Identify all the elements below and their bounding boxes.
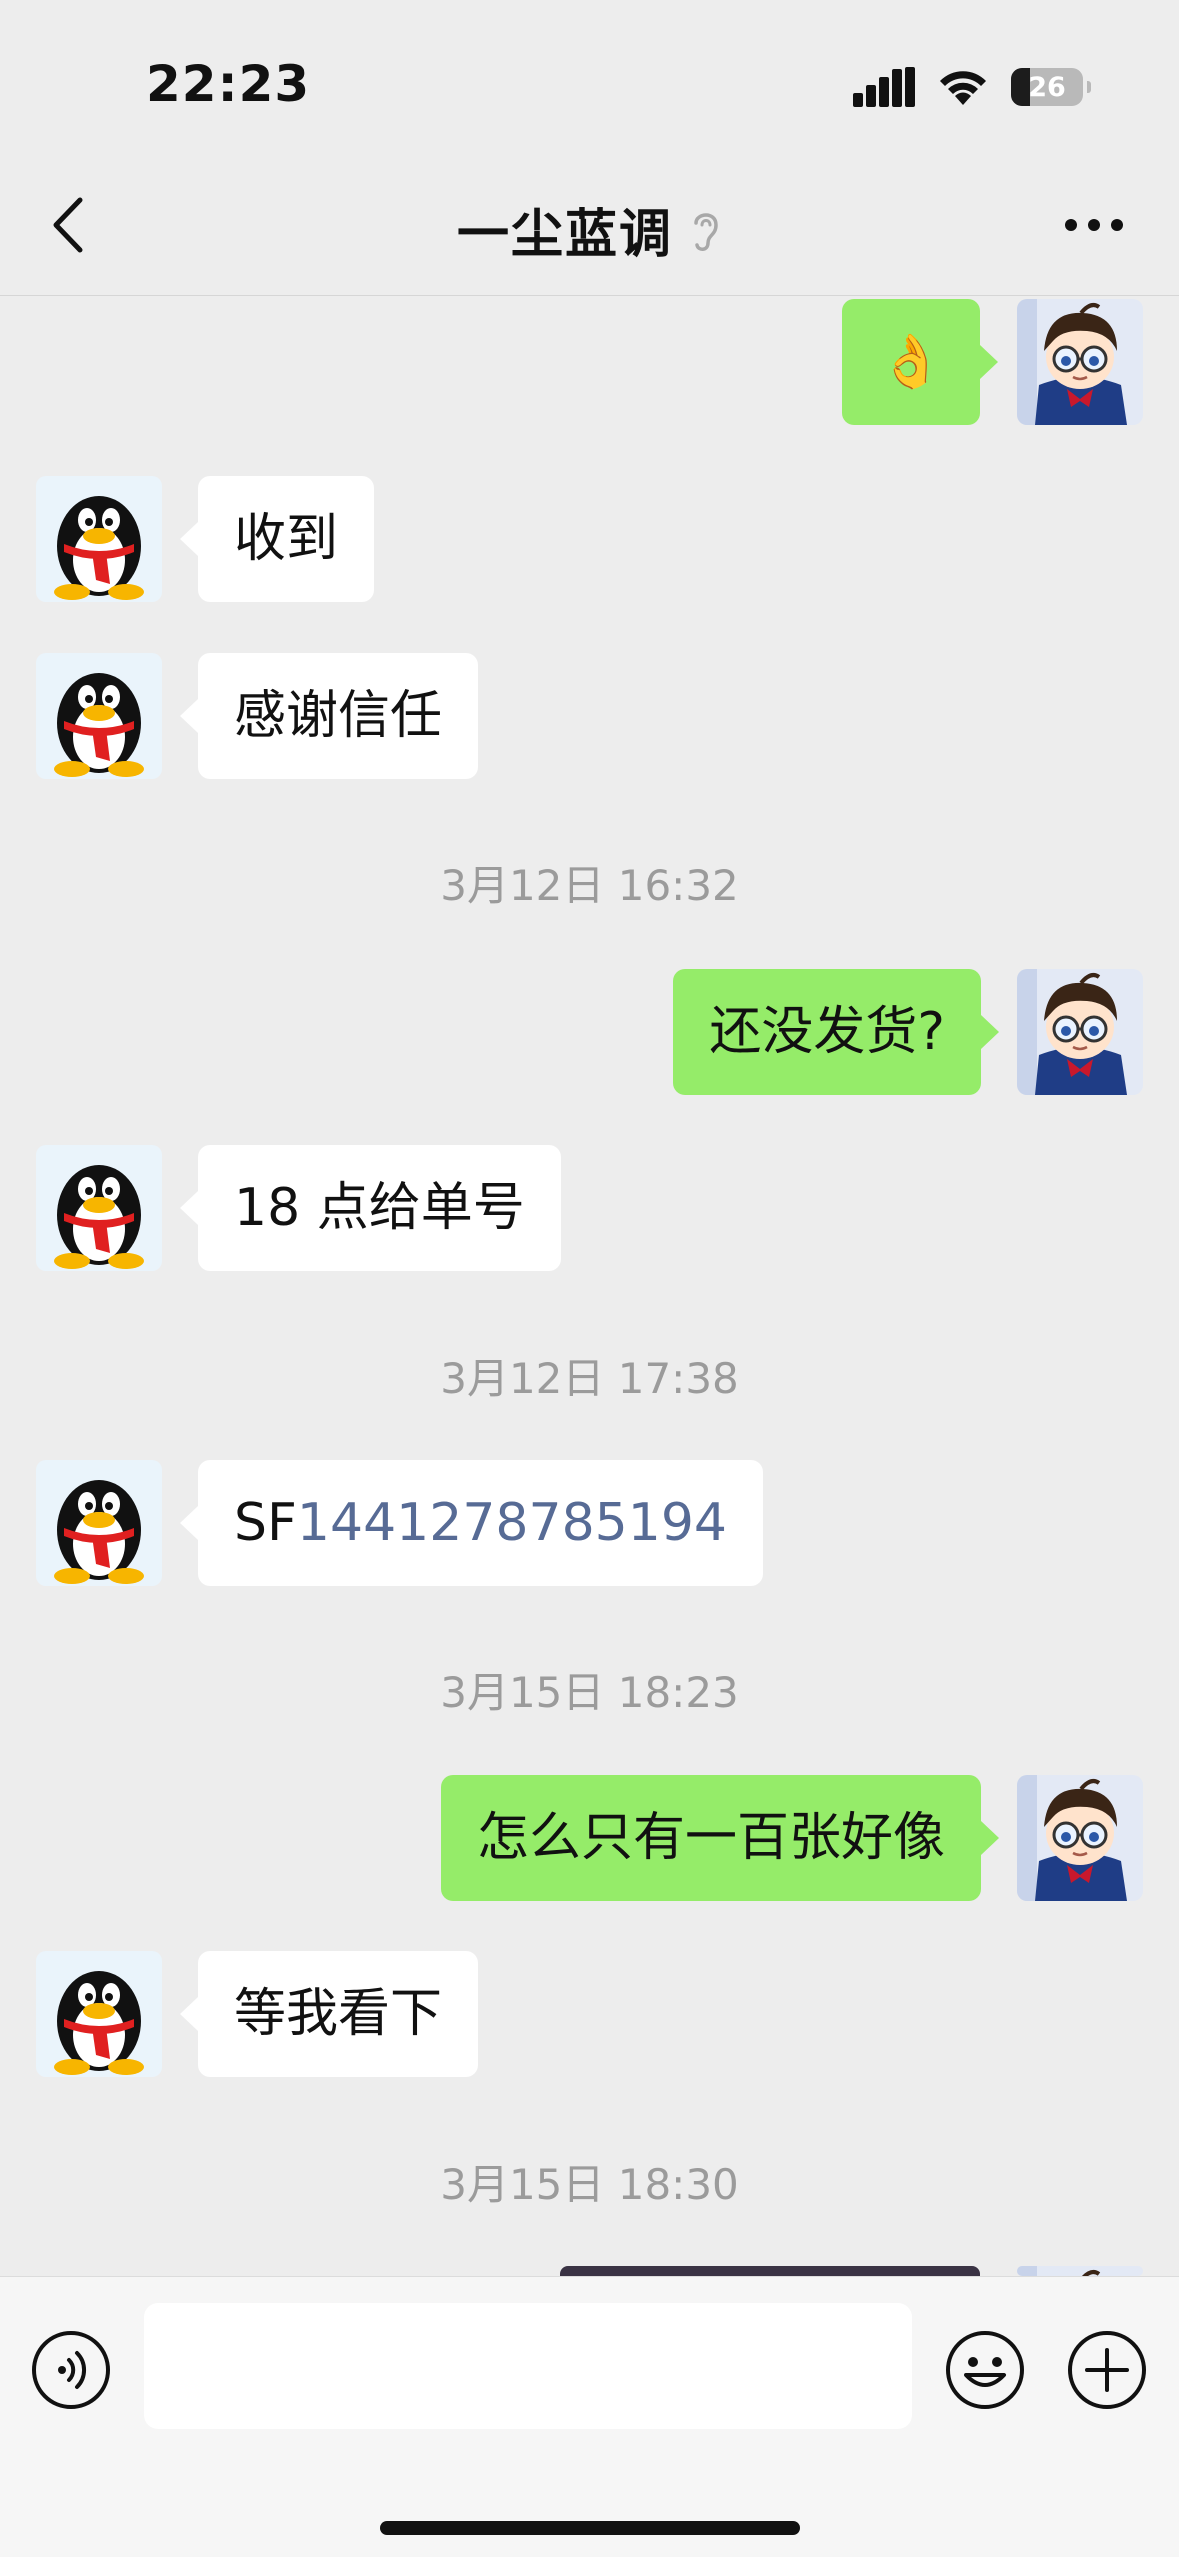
contact-avatar[interactable]: [36, 1951, 162, 2077]
message-input[interactable]: [144, 2303, 912, 2429]
message-sent: 怎么只有一百张好像: [0, 1775, 1179, 1905]
plus-icon: [1068, 2331, 1146, 2409]
tracking-prefix: SF: [234, 1493, 297, 1553]
contact-avatar[interactable]: [36, 653, 162, 779]
message-bubble[interactable]: 👌: [842, 299, 998, 425]
title-wrap: 一尘蓝调: [0, 192, 1179, 267]
message-bubble[interactable]: 等我看下: [179, 1951, 479, 2077]
timestamp: 3月12日 17:38: [440, 1354, 739, 1403]
emoji-button[interactable]: [944, 2329, 1026, 2415]
status-time: 22:23: [146, 55, 311, 113]
my-avatar[interactable]: [1017, 969, 1143, 1095]
message-received: SF1441278785194: [0, 1460, 1179, 1590]
home-indicator[interactable]: [380, 2521, 800, 2535]
message-received: 感谢信任: [0, 653, 1179, 783]
contact-avatar[interactable]: [36, 476, 162, 602]
status-icons: 26: [853, 62, 1091, 112]
status-bar: 22:23 26: [0, 0, 1179, 150]
cellular-signal-icon: [853, 67, 915, 107]
message-bubble[interactable]: 18 点给单号: [180, 1145, 561, 1271]
message-bubble[interactable]: 收到: [179, 476, 375, 602]
battery-level: 26: [1028, 71, 1066, 103]
ear-icon: [694, 212, 718, 251]
timestamp: 3月12日 16:32: [440, 861, 739, 910]
message-sent: 👌: [0, 296, 1179, 426]
voice-input-button[interactable]: [30, 2329, 112, 2415]
wifi-icon: [940, 71, 986, 105]
chat-area: 👌 收到 感谢信任 3月12日 16:32 还没发货? 18 点给单号 3月12…: [0, 296, 1179, 2276]
more-dots-icon: [1065, 219, 1123, 231]
nav-bar: 一尘蓝调: [0, 150, 1179, 296]
message-bubble: SF1441278785194: [179, 1460, 764, 1586]
timestamp: 3月15日 18:23: [440, 1668, 739, 1717]
emoji-icon: [946, 2331, 1024, 2409]
contact-avatar[interactable]: [36, 1145, 162, 1271]
message-bubble[interactable]: 还没发货?: [673, 969, 999, 1095]
more-options-button[interactable]: [1059, 205, 1129, 245]
my-avatar[interactable]: [1017, 1775, 1143, 1901]
input-bar: [0, 2276, 1179, 2557]
tracking-number-link[interactable]: 1441278785194: [297, 1493, 727, 1553]
contact-avatar[interactable]: [36, 1460, 162, 1586]
chat-title: 一尘蓝调: [456, 205, 673, 265]
message-sent: 还没发货?: [0, 969, 1179, 1099]
my-avatar[interactable]: [1017, 299, 1143, 425]
battery-icon: 26: [1011, 68, 1091, 106]
message-received: 18 点给单号: [0, 1145, 1179, 1275]
image-thumbnail[interactable]: [560, 2266, 980, 2276]
message-bubble[interactable]: 感谢信任: [179, 653, 479, 779]
message-bubble[interactable]: 怎么只有一百张好像: [440, 1775, 1000, 1901]
more-actions-button[interactable]: [1066, 2329, 1148, 2415]
voice-icon: [32, 2331, 110, 2409]
message-received: 收到: [0, 476, 1179, 606]
message-sent-image-partial: [0, 2266, 1179, 2276]
timestamp: 3月15日 18:30: [440, 2160, 739, 2209]
message-received: 等我看下: [0, 1951, 1179, 2081]
my-avatar[interactable]: [1017, 2266, 1143, 2276]
